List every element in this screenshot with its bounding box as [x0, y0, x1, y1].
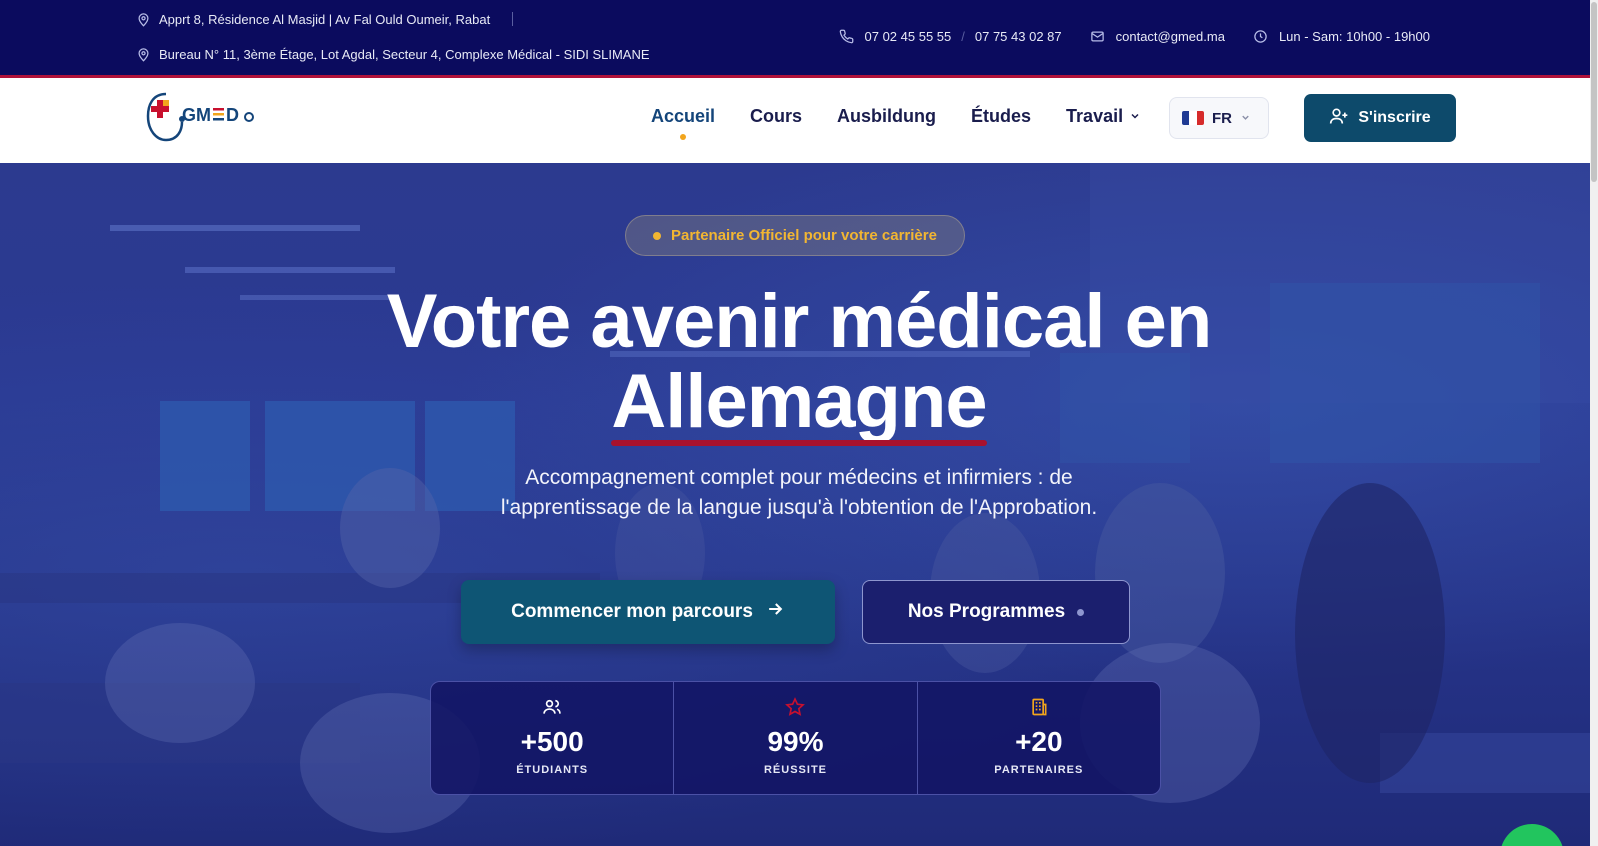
- stat-students: +500 ÉTUDIANTS: [431, 682, 673, 794]
- language-selector[interactable]: FR: [1169, 97, 1269, 139]
- mail-icon: [1090, 28, 1106, 44]
- start-journey-button[interactable]: Commencer mon parcours: [461, 580, 835, 644]
- svg-text:GM: GM: [182, 105, 211, 125]
- nav-item-accueil[interactable]: Accueil: [651, 106, 715, 140]
- programs-dot: [1077, 608, 1085, 616]
- hero-headline-line1: Votre avenir médical en: [386, 279, 1213, 364]
- signup-label: S'inscrire: [1358, 109, 1431, 126]
- stats-panel: +500 ÉTUDIANTS 99% RÉUSSITE +20 PARTENAI…: [430, 681, 1161, 795]
- language-code: FR: [1212, 109, 1232, 127]
- hero-subtitle-line2: l'apprentissage de la langue jusqu'à l'o…: [500, 496, 1098, 519]
- map-pin-icon: [135, 46, 151, 62]
- chevron-down-icon: [1129, 106, 1141, 127]
- contact-info: 07 02 45 55 55 / 07 75 43 02 87 contact@…: [839, 28, 1430, 44]
- address-sidi-slimane-text: Bureau N° 11, 3ème Étage, Lot Agdal, Sec…: [159, 46, 650, 62]
- programs-button[interactable]: Nos Programmes: [862, 580, 1130, 644]
- top-info-bar: Apprt 8, Résidence Al Masjid | Av Fal Ou…: [0, 0, 1598, 75]
- stat-partners-value: +20: [1015, 726, 1063, 757]
- nav-item-cours[interactable]: Cours: [750, 106, 802, 127]
- users-icon: [541, 696, 563, 718]
- phone-separator: /: [961, 28, 965, 44]
- phone-2-link[interactable]: 07 75 43 02 87: [975, 29, 1062, 44]
- address-rabat: Apprt 8, Résidence Al Masjid | Av Fal Ou…: [135, 11, 514, 27]
- france-flag-icon: [1182, 111, 1204, 125]
- partner-badge: Partenaire Officiel pour votre carrière: [625, 215, 965, 256]
- programs-label: Nos Programmes: [907, 601, 1066, 622]
- user-plus-icon: [1329, 106, 1349, 131]
- signup-button[interactable]: S'inscrire: [1304, 94, 1456, 142]
- arrow-right-icon: [765, 599, 785, 625]
- star-icon: [784, 696, 806, 718]
- badge-dot: [653, 231, 662, 240]
- chevron-down-icon: [1240, 110, 1251, 127]
- phone-icon: [839, 28, 855, 44]
- stat-success-value: 99%: [767, 726, 824, 757]
- building-icon: [1028, 696, 1050, 718]
- hero-headline-line2: Allemagne: [0, 359, 1590, 446]
- email-link[interactable]: contact@gmed.ma: [1116, 29, 1225, 44]
- map-pin-icon: [135, 11, 151, 27]
- headline-highlight: Allemagne: [611, 359, 988, 446]
- phone-1-link[interactable]: 07 02 45 55 55: [865, 29, 952, 44]
- stat-success-label: RÉUSSITE: [763, 764, 827, 776]
- stat-partners: +20 PARTENAIRES: [916, 682, 1160, 794]
- page-scrollbar[interactable]: [1590, 0, 1598, 846]
- divider: [512, 12, 514, 26]
- stat-students-label: ÉTUDIANTS: [516, 764, 589, 776]
- nav-item-travail[interactable]: Travail: [1066, 106, 1141, 127]
- start-journey-label: Commencer mon parcours: [511, 601, 753, 622]
- hero-subtitle-line1: Accompagnement complet pour médecins et …: [525, 466, 1073, 489]
- nav-item-ausbildung[interactable]: Ausbildung: [837, 106, 936, 127]
- address-sidi-slimane: Bureau N° 11, 3ème Étage, Lot Agdal, Sec…: [135, 46, 650, 62]
- scrollbar-thumb[interactable]: [1591, 2, 1597, 182]
- svg-text:D: D: [226, 105, 239, 125]
- stat-success: 99% RÉUSSITE: [673, 682, 916, 794]
- opening-hours: Lun - Sam: 10h00 - 19h00: [1278, 28, 1430, 44]
- badge-text: Partenaire Officiel pour votre carrière: [671, 227, 937, 244]
- stat-students-value: +500: [520, 726, 584, 757]
- gmed-logo[interactable]: GM D: [138, 86, 258, 148]
- stat-partners-label: PARTENAIRES: [994, 764, 1084, 776]
- main-navbar: GM D Accueil Cours Ausbildung Études Tra…: [0, 78, 1598, 163]
- clock-icon: [1253, 28, 1269, 44]
- nav-menu: Accueil Cours Ausbildung Études Travail: [651, 106, 1176, 140]
- address-rabat-text: Apprt 8, Résidence Al Masjid | Av Fal Ou…: [159, 11, 491, 27]
- hero-section: Partenaire Officiel pour votre carrière …: [0, 163, 1590, 846]
- nav-item-etudes[interactable]: Études: [971, 106, 1031, 127]
